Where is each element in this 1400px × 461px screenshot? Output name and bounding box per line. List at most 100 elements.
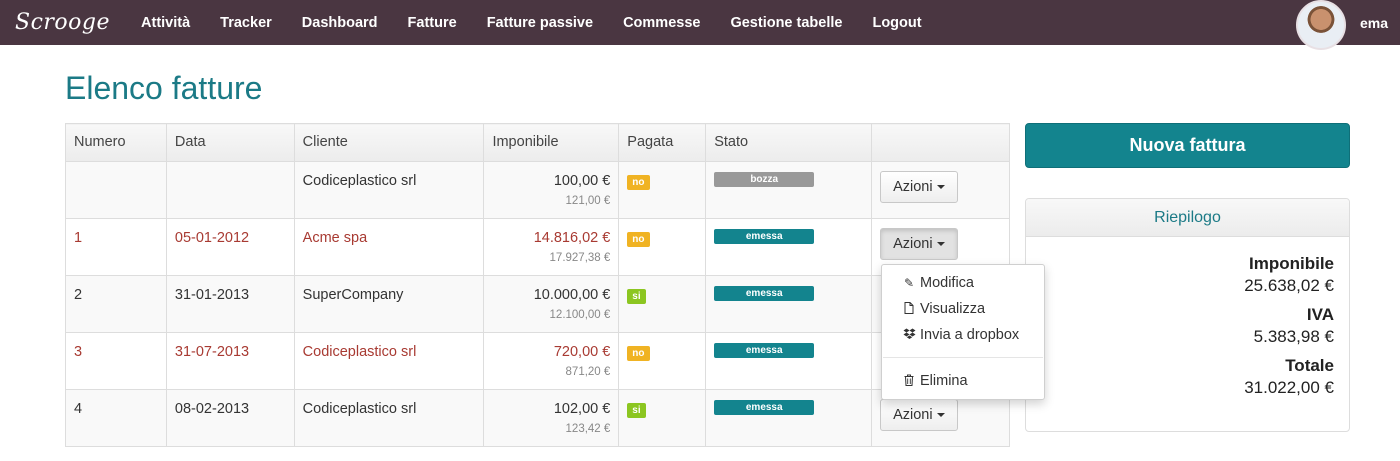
column-header-imponibile[interactable]: Imponibile (483, 123, 620, 162)
nav-link-logout[interactable]: Logout (857, 15, 936, 31)
totale-value: 17.927,38 € (549, 252, 611, 264)
caret-down-icon (936, 185, 945, 190)
cell-cliente: Acme spa (293, 218, 485, 276)
table-row: 2 31-01-2013 SuperCompany 10.000,00 € 12… (65, 275, 1010, 333)
actions-label: Azioni (893, 179, 933, 195)
cell-stato: bozza (705, 161, 873, 219)
column-header-numero[interactable]: Numero (65, 123, 167, 162)
cell-imponibile: 102,00 € 123,42 € (483, 389, 620, 447)
nav-link-gestione-tabelle[interactable]: Gestione tabelle (715, 15, 857, 31)
table-row: 3 31-07-2013 Codiceplastico srl 720,00 €… (65, 332, 1010, 390)
menu-item-label: Modifica (920, 275, 974, 291)
table-row: Codiceplastico srl 100,00 € 121,00 € no … (65, 161, 1010, 219)
column-header-stato[interactable]: Stato (705, 123, 873, 162)
summary-iva-label: IVA (1306, 305, 1334, 324)
column-header-pagata[interactable]: Pagata (618, 123, 707, 162)
totale-value: 121,00 € (565, 195, 611, 207)
user-menu[interactable]: ema (1295, 0, 1388, 50)
caret-down-icon (936, 242, 945, 247)
menu-item-visualizza[interactable]: Visualizza (882, 296, 1044, 322)
table-row: 1 05-01-2012 Acme spa 14.816,02 € 17.927… (65, 218, 1010, 276)
actions-label: Azioni (893, 236, 933, 252)
cell-pagata: si (618, 275, 707, 333)
summary-panel: Riepilogo Imponibile 25.638,02 € IVA 5.3… (1025, 198, 1350, 432)
column-header-data[interactable]: Data (165, 123, 295, 162)
menu-item-elimina[interactable]: Elimina (882, 368, 1044, 394)
column-header-actions (871, 123, 1010, 162)
status-badge: emessa (714, 343, 815, 358)
cell-stato: emessa (705, 389, 873, 447)
menu-item-modifica[interactable]: ✎ Modifica (882, 270, 1044, 296)
edit-icon: ✎ (903, 276, 915, 290)
cell-data: 08-02-2013 (165, 389, 295, 447)
cell-data: 05-01-2012 (165, 218, 295, 276)
caret-down-icon (936, 413, 945, 418)
nav-link-dashboard[interactable]: Dashboard (287, 15, 393, 31)
nav-link-commesse[interactable]: Commesse (608, 15, 715, 31)
totale-value: 12.100,00 € (549, 309, 611, 321)
menu-item-label: Elimina (920, 373, 968, 389)
cell-pagata: no (618, 332, 707, 390)
cell-pagata: no (618, 161, 707, 219)
cell-imponibile: 720,00 € 871,20 € (483, 332, 620, 390)
cell-stato: emessa (705, 332, 873, 390)
table-header-row: Numero Data Cliente Imponibile Pagata St… (65, 123, 1010, 162)
actions-dropdown-menu: ✎ Modifica Visualizza Invia a dropbox El… (881, 264, 1045, 400)
nav-link-fatture-passive[interactable]: Fatture passive (472, 15, 608, 31)
nav-link-fatture[interactable]: Fatture (393, 15, 472, 31)
cell-imponibile: 100,00 € 121,00 € (483, 161, 620, 219)
cell-cliente: Codiceplastico srl (293, 332, 485, 390)
cell-data (165, 161, 295, 219)
paid-badge: no (627, 346, 650, 361)
trash-icon (902, 374, 916, 389)
paid-badge: si (627, 289, 646, 304)
menu-item-label: Invia a dropbox (920, 327, 1020, 343)
imponibile-value: 720,00 € (553, 344, 611, 360)
invoice-table: Numero Data Cliente Imponibile Pagata St… (65, 123, 1010, 447)
cell-numero: 3 (65, 332, 167, 390)
paid-badge: no (627, 232, 650, 247)
cell-cliente: Codiceplastico srl (293, 389, 485, 447)
actions-dropdown-button[interactable]: Azioni (880, 399, 958, 431)
menu-divider (883, 357, 1043, 358)
brand-logo[interactable]: Scrooge (15, 10, 110, 35)
paid-badge: no (627, 175, 650, 190)
actions-dropdown-button-open[interactable]: Azioni (880, 228, 958, 260)
status-badge: emessa (714, 286, 815, 301)
summary-panel-body: Imponibile 25.638,02 € IVA 5.383,98 € To… (1026, 237, 1349, 398)
actions-dropdown-button[interactable]: Azioni (880, 171, 958, 203)
status-badge: bozza (714, 172, 815, 187)
nav-link-tracker[interactable]: Tracker (205, 15, 287, 31)
cell-stato: emessa (705, 218, 873, 276)
cell-pagata: no (618, 218, 707, 276)
cell-data: 31-07-2013 (165, 332, 295, 390)
new-invoice-button[interactable]: Nuova fattura (1025, 123, 1350, 168)
summary-iva-value: 5.383,98 € (1253, 327, 1334, 346)
avatar[interactable] (1295, 0, 1346, 50)
menu-item-label: Visualizza (920, 301, 986, 317)
actions-label: Azioni (893, 407, 933, 423)
nav-link-attivita[interactable]: Attività (126, 15, 205, 31)
file-icon (902, 301, 916, 317)
cell-data: 31-01-2013 (165, 275, 295, 333)
totale-value: 123,42 € (565, 423, 611, 435)
paid-badge: si (627, 403, 646, 418)
imponibile-value: 10.000,00 € (533, 287, 611, 303)
cell-numero (65, 161, 167, 219)
top-navbar: Scrooge Attività Tracker Dashboard Fattu… (0, 0, 1400, 50)
dropbox-icon (902, 328, 916, 343)
user-name[interactable]: ema (1360, 15, 1388, 31)
cell-cliente: Codiceplastico srl (293, 161, 485, 219)
menu-item-invia-dropbox[interactable]: Invia a dropbox (882, 322, 1044, 348)
status-badge: emessa (714, 400, 815, 415)
cell-imponibile: 14.816,02 € 17.927,38 € (483, 218, 620, 276)
cell-imponibile: 10.000,00 € 12.100,00 € (483, 275, 620, 333)
table-row: 4 08-02-2013 Codiceplastico srl 102,00 €… (65, 389, 1010, 447)
summary-totale-value: 31.022,00 € (1244, 378, 1334, 397)
column-header-cliente[interactable]: Cliente (293, 123, 485, 162)
cell-stato: emessa (705, 275, 873, 333)
page-title: Elenco fatture (65, 70, 263, 106)
cell-actions: Azioni (871, 161, 1010, 219)
cell-numero: 1 (65, 218, 167, 276)
cell-numero: 4 (65, 389, 167, 447)
